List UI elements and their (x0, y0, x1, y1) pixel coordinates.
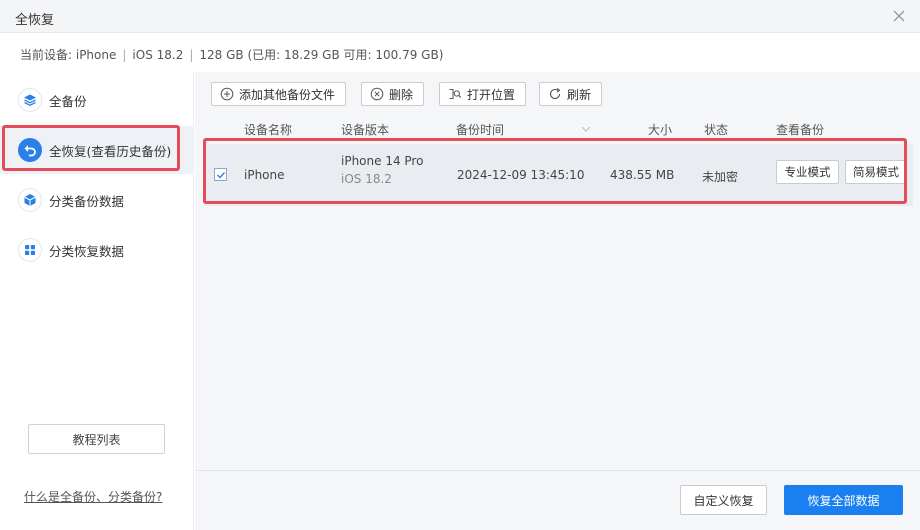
sidebar-item-label: 分类备份数据 (49, 193, 125, 209)
sidebar-item-label: 全恢复(查看历史备份) (49, 143, 172, 159)
row-checkbox[interactable] (214, 168, 227, 181)
grid-icon (18, 238, 42, 262)
folder-search-icon (448, 87, 462, 101)
help-link[interactable]: 什么是全备份、分类备份? (24, 488, 162, 505)
device-name-cell: iPhone (244, 168, 285, 182)
sidebar-item-full-restore[interactable]: 全恢复(查看历史备份) (0, 126, 194, 174)
refresh-button[interactable]: 刷新 (539, 82, 603, 106)
sidebar: 全备份 全恢复(查看历史备份) 分类备份数据 分类恢复数据 教程列表 什么是全备… (0, 72, 194, 530)
device-model-cell: iPhone 14 Pro (341, 154, 424, 168)
device-os: iOS 18.2 (132, 48, 184, 62)
layers-icon (18, 88, 42, 112)
simple-mode-button[interactable]: 简易模式 (845, 160, 907, 184)
tutorial-list-button[interactable]: 教程列表 (28, 424, 165, 454)
table-header: 设备名称 设备版本 备份时间 大小 状态 查看备份 (195, 116, 920, 140)
plus-circle-icon (220, 87, 234, 101)
pro-mode-button[interactable]: 专业模式 (776, 160, 839, 184)
title-bar: 全恢复 (0, 0, 920, 33)
open-location-button[interactable]: 打开位置 (439, 82, 527, 106)
sidebar-item-label: 全备份 (49, 93, 87, 109)
device-info-bar: 当前设备: iPhone | iOS 18.2 | 128 GB (已用: 18.29 … (0, 34, 920, 72)
open-location-label: 打开位置 (467, 87, 516, 102)
device-storage: 128 GB (已用: 18.29 GB 可用: 100.79 GB) (199, 48, 444, 62)
add-backup-button[interactable]: 添加其他备份文件 (211, 82, 347, 106)
cube-icon (18, 188, 42, 212)
column-header-view-backup: 查看备份 (776, 123, 825, 137)
sort-chevron-down-icon[interactable] (581, 125, 591, 133)
sidebar-item-label: 分类恢复数据 (49, 243, 125, 259)
column-header-time[interactable]: 备份时间 (456, 121, 504, 138)
device-os-cell: iOS 18.2 (341, 172, 392, 186)
delete-button[interactable]: 删除 (361, 82, 425, 106)
close-icon (893, 10, 905, 22)
footer-bar: 自定义恢复 恢复全部数据 (195, 470, 920, 530)
sidebar-item-category-backup[interactable]: 分类备份数据 (0, 176, 194, 224)
refresh-icon (548, 87, 562, 101)
table-row[interactable]: iPhone iPhone 14 Pro iOS 18.2 2024-12-09… (203, 144, 913, 206)
sidebar-item-full-backup[interactable]: 全备份 (0, 76, 194, 124)
window-title: 全恢复 (15, 13, 55, 28)
column-header-status[interactable]: 状态 (704, 121, 728, 138)
column-header-version[interactable]: 设备版本 (341, 121, 389, 138)
checkmark-icon (216, 171, 225, 179)
close-circle-icon (370, 87, 384, 101)
backup-time-cell: 2024-12-09 13:45:10 (457, 168, 585, 182)
delete-label: 删除 (389, 87, 414, 102)
undo-arrow-icon (18, 138, 42, 162)
main-panel: 添加其他备份文件 删除 打开位置 刷新 设备名称 设备版本 备份时间 大小 状态… (195, 72, 920, 470)
column-header-name[interactable]: 设备名称 (244, 121, 292, 138)
encryption-status-cell: 未加密 (702, 170, 739, 184)
add-backup-label: 添加其他备份文件 (239, 87, 336, 102)
restore-all-button[interactable]: 恢复全部数据 (784, 485, 903, 515)
column-header-size[interactable]: 大小 (648, 121, 672, 138)
backup-size-cell: 438.55 MB (610, 168, 675, 182)
device-info: 当前设备: iPhone | iOS 18.2 | 128 GB (已用: 18.29 … (20, 48, 444, 62)
custom-restore-button[interactable]: 自定义恢复 (680, 485, 767, 515)
close-button[interactable] (888, 5, 910, 27)
sidebar-item-category-restore[interactable]: 分类恢复数据 (0, 226, 194, 274)
device-label: 当前设备: iPhone (20, 48, 117, 62)
refresh-label: 刷新 (567, 87, 592, 102)
